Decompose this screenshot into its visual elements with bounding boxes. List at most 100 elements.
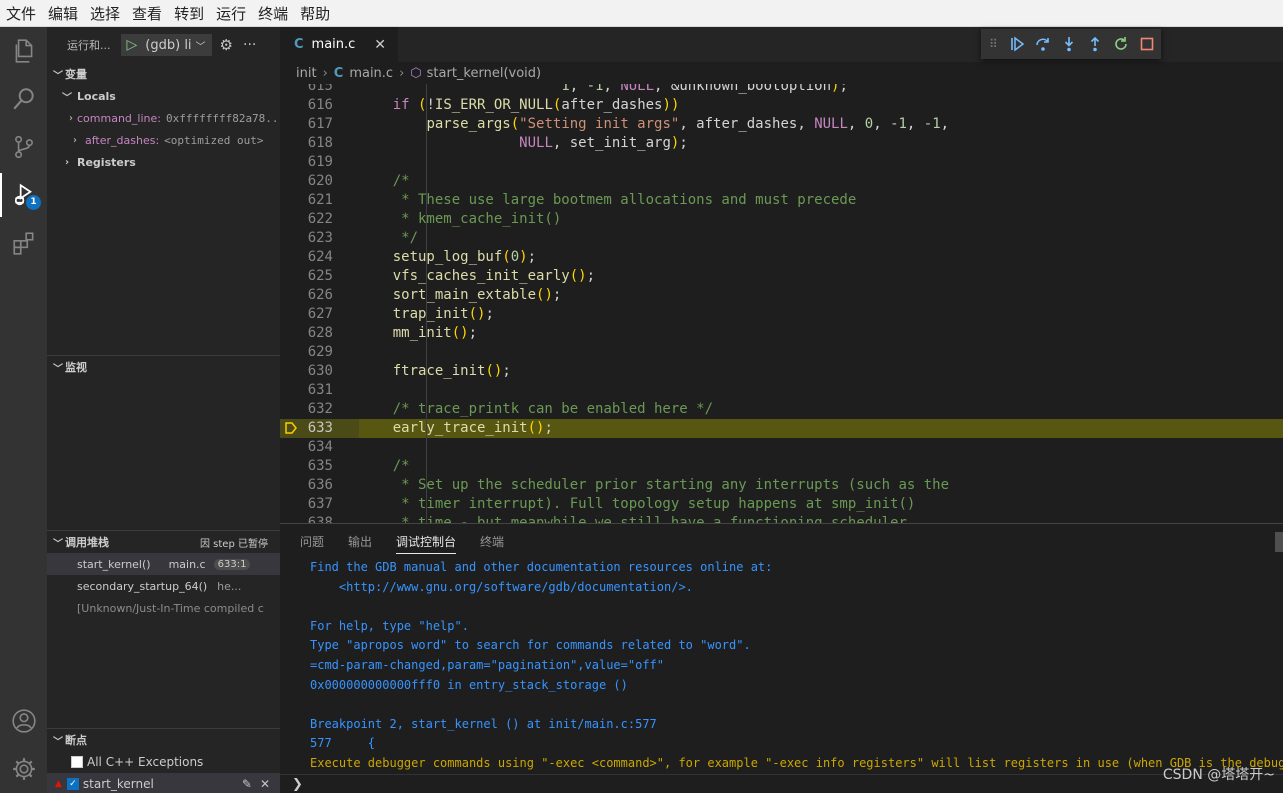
drag-handle-icon[interactable]: ⠿ [989,37,998,51]
code-line[interactable]: 616 if (!IS_ERR_OR_NULL(after_dashes)) [280,96,1283,115]
tab-terminal[interactable]: 终端 [480,524,504,558]
source-control-button[interactable] [0,125,47,169]
accounts-button[interactable] [0,699,47,743]
code-line[interactable]: 635 /* [280,457,1283,476]
menu-go[interactable]: 转到 [172,3,212,24]
account-icon [11,709,36,733]
code-line[interactable]: 623 */ [280,229,1283,248]
menu-selection[interactable]: 选择 [88,3,128,24]
code-text: ftrace_init(); [392,363,511,379]
callstack-header[interactable]: ﹀ 调用堆栈 因 step 已暂停 [47,531,280,553]
breadcrumb-file[interactable]: main.c [349,66,393,81]
close-icon[interactable]: ✕ [374,37,386,53]
tab-output[interactable]: 输出 [348,524,372,558]
code-line[interactable]: 627 trap_init(); [280,305,1283,324]
code-line[interactable]: 629 [280,343,1283,362]
watch-header[interactable]: ﹀ 监视 [47,356,280,378]
panel-scrollbar[interactable] [1275,532,1283,552]
variable-row[interactable]: › after_dashes: <optimized out> [47,129,280,151]
variable-row[interactable]: › command_line: 0xffffffff82a78... [47,107,280,129]
code-line[interactable]: 618 NULL, set_init_arg); [280,134,1283,153]
frame-line-badge: 633:1 [213,558,251,570]
console-line: =cmd-param-changed,param="pagination",va… [310,657,665,672]
step-over-button[interactable] [1030,31,1056,57]
code-line[interactable]: 615 1, -1, NULL, &unknown_bootoption); [280,84,1283,96]
code-line[interactable]: 620 /* [280,172,1283,191]
breakpoint-item[interactable]: ▲ ✓ start_kernel ✎ ✕ [47,773,280,793]
variables-header[interactable]: ﹀ 变量 [47,63,280,85]
breakpoint-checkbox[interactable]: ✓ [66,778,79,790]
code-line[interactable]: 632 /* trace_printk can be enabled here … [280,400,1283,419]
line-number: 631 [307,382,333,398]
menu-help[interactable]: 帮助 [298,3,338,24]
menu-file[interactable]: 文件 [4,3,44,24]
tab-debug-console[interactable]: 调试控制台 [396,524,457,558]
code-line[interactable]: 630 ftrace_init(); [280,362,1283,381]
code-line[interactable]: 626 sort_main_extable(); [280,286,1283,305]
breakpoints-header[interactable]: ﹀ 断点 [47,729,280,751]
more-actions-icon[interactable]: ··· [243,37,256,53]
settings-gear-icon[interactable]: ⚙ [220,36,233,54]
code-line[interactable]: 628 mm_init(); [280,324,1283,343]
registers-scope[interactable]: › Registers [47,151,280,173]
code-line[interactable]: 617 parse_args("Setting init args", afte… [280,115,1283,134]
locals-scope[interactable]: ﹀ Locals [47,85,280,107]
line-number: 620 [307,173,333,189]
tab-main-c[interactable]: C main.c ✕ [280,27,398,62]
search-icon [12,88,34,110]
stack-frame[interactable]: [Unknown/Just-In-Time compiled c [47,597,280,619]
code-line[interactable]: 625 vfs_caches_init_early(); [280,267,1283,286]
breadcrumb-folder[interactable]: init [296,66,317,81]
stack-frame[interactable]: secondary_startup_64() he... [47,575,280,597]
line-number: 626 [307,287,333,303]
manage-button[interactable] [0,747,47,791]
tab-problems[interactable]: 问题 [300,524,324,558]
code-line[interactable]: 619 [280,153,1283,172]
explorer-button[interactable] [0,29,47,73]
code-text: NULL, set_init_arg); [519,135,688,151]
extensions-button[interactable] [0,221,47,265]
restart-icon [1115,37,1127,50]
launch-config-select[interactable]: ▷ (gdb) li ﹀ [120,34,212,56]
step-out-button[interactable] [1082,31,1108,57]
code-line[interactable]: 634 [280,438,1283,457]
code-line[interactable]: 621 * These use large bootmem allocation… [280,191,1283,210]
menu-view[interactable]: 查看 [130,3,170,24]
code-line[interactable]: 636 * Set up the scheduler prior startin… [280,476,1283,495]
continue-button[interactable] [1004,31,1030,57]
step-into-button[interactable] [1056,31,1082,57]
start-debug-icon[interactable]: ▷ [127,37,138,53]
line-number: 618 [307,135,333,151]
menu-terminal[interactable]: 终端 [256,3,296,24]
code-editor[interactable]: 615 1, -1, NULL, &unknown_bootoption); 61… [280,84,1283,523]
code-line[interactable]: 638 * time - but meanwhile we still have… [280,514,1283,523]
edit-breakpoint-icon[interactable]: ✎ [242,777,252,791]
debug-toolbar: ⠿ [981,29,1161,59]
code-line[interactable]: 622 * kmem_cache_init() [280,210,1283,229]
console-line: 0x000000000000fff0 in entry_stack_storag… [310,677,628,692]
stop-button[interactable] [1134,31,1160,57]
code-line[interactable]: 624 setup_log_buf(0); [280,248,1283,267]
breadcrumb-symbol[interactable]: start_kernel(void) [427,66,541,81]
variable-name: command_line: [77,111,161,125]
restart-button[interactable] [1108,31,1134,57]
menu-edit[interactable]: 编辑 [46,3,86,24]
menu-run[interactable]: 运行 [214,3,254,24]
debug-console-input[interactable]: ❯ [280,774,1283,793]
symbol-method-icon: ⬡ [410,65,422,81]
remove-breakpoint-icon[interactable]: ✕ [260,777,270,791]
code-line[interactable]: 633 early_trace_init(); [280,419,1283,438]
search-button[interactable] [0,77,47,121]
code-line[interactable]: 631 [280,381,1283,400]
breakpoint-checkbox[interactable] [71,756,83,768]
frame-file: main.c [168,557,206,571]
breakpoint-item[interactable]: All C++ Exceptions [47,751,280,773]
frame-file: he... [217,579,242,593]
run-debug-button[interactable]: 1 [0,173,47,217]
code-line[interactable]: 637 * timer interrupt). Full topology se… [280,495,1283,514]
code-text: mm_init(); [392,325,478,341]
chevron-down-icon: ﹀ [53,538,63,550]
breakpoint-label: start_kernel [82,777,154,791]
locals-label: Locals [77,89,116,103]
stack-frame[interactable]: start_kernel() main.c 633:1 [47,553,280,575]
